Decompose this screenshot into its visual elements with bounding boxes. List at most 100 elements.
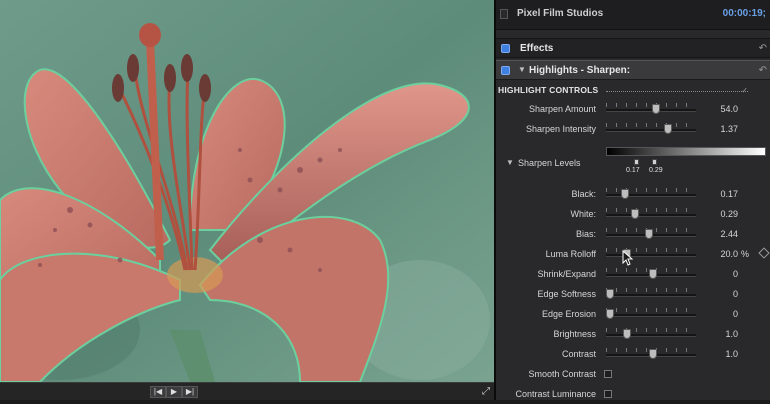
reset-icon[interactable]: ↶ bbox=[759, 43, 767, 54]
contrast-luminance-row: Contrast Luminance bbox=[496, 386, 770, 404]
timecode: 00:00:19; bbox=[722, 8, 766, 19]
edge-softness-row: Edge Softness 0 bbox=[496, 286, 770, 304]
sharpen-intensity-row: Sharpen Intensity 1.37 bbox=[496, 121, 770, 139]
film-icon bbox=[500, 9, 508, 19]
sharpen-levels-row: ▼ Sharpen Levels 0.17 0.29 bbox=[496, 144, 770, 178]
levels-white-value: 0.29 bbox=[649, 167, 663, 174]
contrast-slider-thumb[interactable] bbox=[649, 349, 657, 359]
black-row: Black: 0.17 bbox=[496, 186, 770, 204]
edge-softness-slider-ticks bbox=[606, 288, 696, 292]
brightness-value[interactable]: 1.0 bbox=[725, 329, 738, 339]
dotted-divider bbox=[606, 91, 748, 92]
highlight-controls-header: HIGHLIGHT CONTROLS ✓ bbox=[496, 83, 770, 97]
bias-slider-thumb[interactable] bbox=[644, 229, 653, 239]
studio-name: Pixel Film Studios bbox=[517, 8, 604, 19]
highlights-enable-checkbox[interactable] bbox=[501, 66, 510, 75]
levels-black-value: 0.17 bbox=[626, 167, 640, 174]
smooth-contrast-row: Smooth Contrast bbox=[496, 366, 770, 384]
levels-black-marker[interactable] bbox=[634, 159, 639, 165]
play-button[interactable]: ▶ bbox=[166, 386, 182, 398]
sharpen-intensity-slider-track[interactable] bbox=[606, 129, 696, 132]
shrink-expand-label: Shrink/Expand bbox=[537, 269, 596, 279]
fullscreen-icon[interactable]: ⤢ bbox=[482, 386, 490, 397]
inspector-panel: Pixel Film Studios 00:00:19; Effects ↶ ▼… bbox=[496, 0, 770, 400]
highlights-sharpen-label: Highlights - Sharpen: bbox=[529, 65, 631, 76]
lily-flower-picture bbox=[0, 0, 494, 382]
contrast-value[interactable]: 1.0 bbox=[725, 349, 738, 359]
effects-label: Effects bbox=[520, 43, 554, 54]
edge-erosion-slider-track[interactable] bbox=[606, 314, 696, 317]
disclosure-triangle-icon[interactable]: ▼ bbox=[506, 158, 514, 167]
luma-rolloff-label: Luma Rolloff bbox=[545, 249, 596, 259]
sharpen-intensity-slider-ticks bbox=[606, 123, 696, 127]
sharpen-amount-label: Sharpen Amount bbox=[528, 104, 596, 114]
smooth-contrast-checkbox[interactable] bbox=[604, 370, 612, 378]
checkmark-icon: ✓ bbox=[741, 86, 748, 95]
luma-rolloff-slider-track[interactable] bbox=[606, 254, 696, 257]
edge-softness-slider-track[interactable] bbox=[606, 294, 696, 297]
highlight-controls-label: HIGHLIGHT CONTROLS bbox=[498, 85, 599, 95]
mouse-pointer-icon bbox=[622, 250, 634, 266]
levels-white-marker[interactable] bbox=[652, 159, 657, 165]
black-label: Black: bbox=[571, 189, 596, 199]
sharpen-intensity-value[interactable]: 1.37 bbox=[720, 124, 738, 134]
white-slider-ticks bbox=[606, 208, 696, 212]
inspector-header: Pixel Film Studios 00:00:19; bbox=[496, 0, 770, 30]
bias-value[interactable]: 2.44 bbox=[720, 229, 738, 239]
smooth-contrast-label: Smooth Contrast bbox=[528, 369, 596, 379]
luma-rolloff-slider-ticks bbox=[606, 248, 696, 252]
sharpen-amount-slider-thumb[interactable] bbox=[652, 104, 661, 114]
white-slider-thumb[interactable] bbox=[630, 209, 639, 219]
contrast-label: Contrast bbox=[561, 349, 596, 359]
white-value[interactable]: 0.29 bbox=[720, 209, 738, 219]
sharpen-amount-slider-ticks bbox=[606, 103, 696, 107]
bias-row: Bias: 2.44 bbox=[496, 226, 770, 244]
levels-gradient-bar[interactable] bbox=[606, 147, 766, 156]
black-slider-ticks bbox=[606, 188, 696, 192]
transport-bar: |◀ ▶ ▶| ⤢ bbox=[0, 382, 494, 400]
keyframe-icon[interactable] bbox=[758, 247, 770, 259]
edge-erosion-slider-thumb[interactable] bbox=[606, 309, 614, 319]
edge-erosion-label: Edge Erosion bbox=[541, 309, 596, 319]
highlights-sharpen-header[interactable]: ▼ Highlights - Sharpen: ↶ bbox=[496, 60, 770, 80]
white-label: White: bbox=[570, 209, 596, 219]
shrink-expand-row: Shrink/Expand 0 bbox=[496, 266, 770, 284]
edge-erosion-slider-ticks bbox=[606, 308, 696, 312]
edge-softness-slider-thumb[interactable] bbox=[606, 289, 614, 299]
sharpen-intensity-slider-thumb[interactable] bbox=[664, 124, 673, 134]
sharpen-levels-label: Sharpen Levels bbox=[518, 158, 581, 168]
edge-softness-label: Edge Softness bbox=[537, 289, 596, 299]
brightness-slider-ticks bbox=[606, 328, 696, 332]
bias-label: Bias: bbox=[575, 229, 596, 239]
contrast-luminance-label: Contrast Luminance bbox=[515, 389, 596, 399]
disclosure-triangle-icon[interactable]: ▼ bbox=[518, 65, 526, 74]
sharpen-amount-value[interactable]: 54.0 bbox=[720, 104, 738, 114]
black-slider-track[interactable] bbox=[606, 194, 696, 197]
sharpen-intensity-label: Sharpen Intensity bbox=[525, 124, 596, 134]
shrink-expand-slider-thumb[interactable] bbox=[649, 269, 657, 279]
sharpen-amount-slider-track[interactable] bbox=[606, 109, 696, 112]
previous-frame-button[interactable]: |◀ bbox=[150, 386, 166, 398]
edge-softness-value[interactable]: 0 bbox=[733, 289, 738, 299]
white-slider-track[interactable] bbox=[606, 214, 696, 217]
contrast-row: Contrast 1.0 bbox=[496, 346, 770, 364]
edge-erosion-row: Edge Erosion 0 bbox=[496, 306, 770, 324]
sharpen-amount-row: Sharpen Amount 54.0 bbox=[496, 101, 770, 119]
luma-rolloff-unit: % bbox=[740, 249, 749, 259]
white-row: White: 0.29 bbox=[496, 206, 770, 224]
effects-enable-checkbox[interactable] bbox=[501, 44, 510, 53]
brightness-row: Brightness 1.0 bbox=[496, 326, 770, 344]
contrast-luminance-checkbox[interactable] bbox=[604, 390, 612, 398]
reset-icon[interactable]: ↶ bbox=[759, 65, 767, 76]
brightness-label: Brightness bbox=[553, 329, 596, 339]
black-value[interactable]: 0.17 bbox=[720, 189, 738, 199]
brightness-slider-thumb[interactable] bbox=[623, 329, 632, 339]
next-frame-button[interactable]: ▶| bbox=[182, 386, 198, 398]
brightness-slider-track[interactable] bbox=[606, 334, 696, 337]
edge-erosion-value[interactable]: 0 bbox=[733, 309, 738, 319]
black-slider-thumb[interactable] bbox=[620, 189, 629, 199]
effects-section-header[interactable]: Effects ↶ bbox=[496, 38, 770, 58]
lily-preview-image bbox=[0, 0, 494, 382]
shrink-expand-value[interactable]: 0 bbox=[733, 269, 738, 279]
luma-rolloff-value[interactable]: 20.0 bbox=[720, 249, 738, 259]
